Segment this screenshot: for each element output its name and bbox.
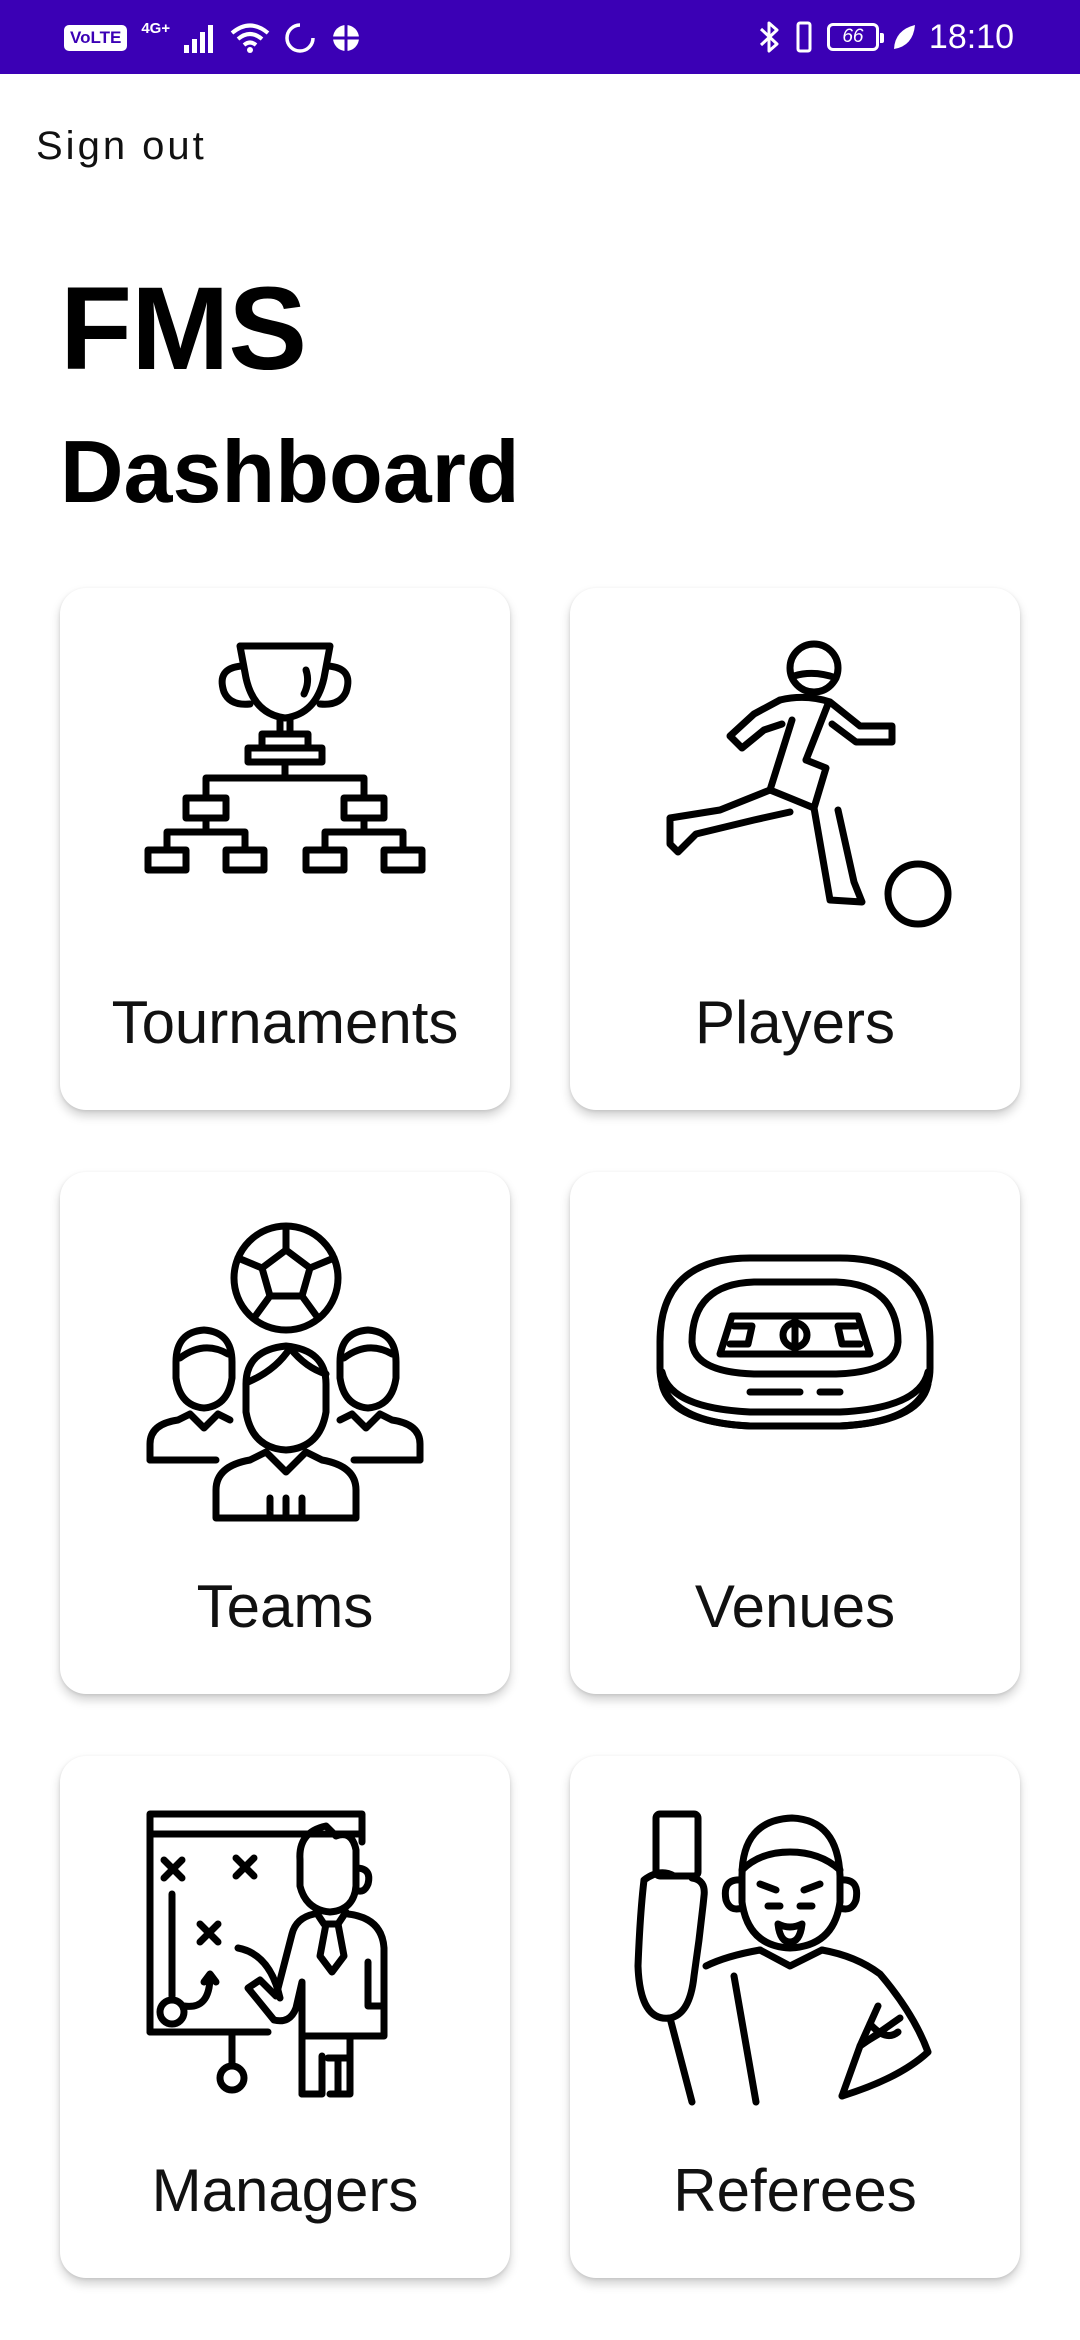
teams-card[interactable]: Teams — [60, 1172, 510, 1694]
bluetooth-icon — [759, 21, 779, 53]
trophy-bracket-icon — [120, 638, 450, 938]
vpn-icon — [333, 25, 360, 51]
card-label: Teams — [196, 1573, 374, 1640]
status-right: 66 18:10 — [759, 16, 1014, 58]
vibrate-icon — [796, 21, 812, 53]
network-type: 4G+ — [141, 19, 171, 37]
clock: 18:10 — [928, 17, 1014, 56]
referee-icon — [630, 1806, 960, 2106]
tactics-board-icon — [120, 1806, 450, 2106]
status-bar: VoLTE 4G+ 66 18:10 — [0, 0, 1080, 74]
sync-icon — [285, 23, 315, 53]
football-player-icon — [630, 638, 960, 938]
stadium-icon — [630, 1222, 960, 1522]
sign-out-button[interactable]: Sign out — [36, 124, 207, 169]
team-icon — [120, 1222, 450, 1522]
venues-card[interactable]: Venues — [570, 1172, 1020, 1694]
battery-icon: 66 — [826, 23, 884, 51]
status-left: VoLTE 4G+ — [64, 18, 362, 58]
card-label: Managers — [151, 2157, 419, 2224]
leaf-icon — [893, 25, 915, 49]
card-label: Tournaments — [111, 989, 459, 1056]
tournaments-card[interactable]: Tournaments — [60, 588, 510, 1110]
referees-card[interactable]: Referees — [570, 1756, 1020, 2278]
managers-card[interactable]: Managers — [60, 1756, 510, 2278]
card-label: Referees — [673, 2157, 917, 2224]
signal-icon — [184, 25, 214, 53]
volte-badge: VoLTE — [64, 25, 128, 51]
card-label: Venues — [694, 1573, 896, 1640]
players-card[interactable]: Players — [570, 588, 1020, 1110]
battery-level: 66 — [842, 26, 864, 47]
app-title: FMS — [60, 263, 307, 395]
wifi-icon — [230, 23, 270, 53]
page-title: Dashboard — [60, 422, 520, 521]
card-label: Players — [694, 989, 896, 1056]
